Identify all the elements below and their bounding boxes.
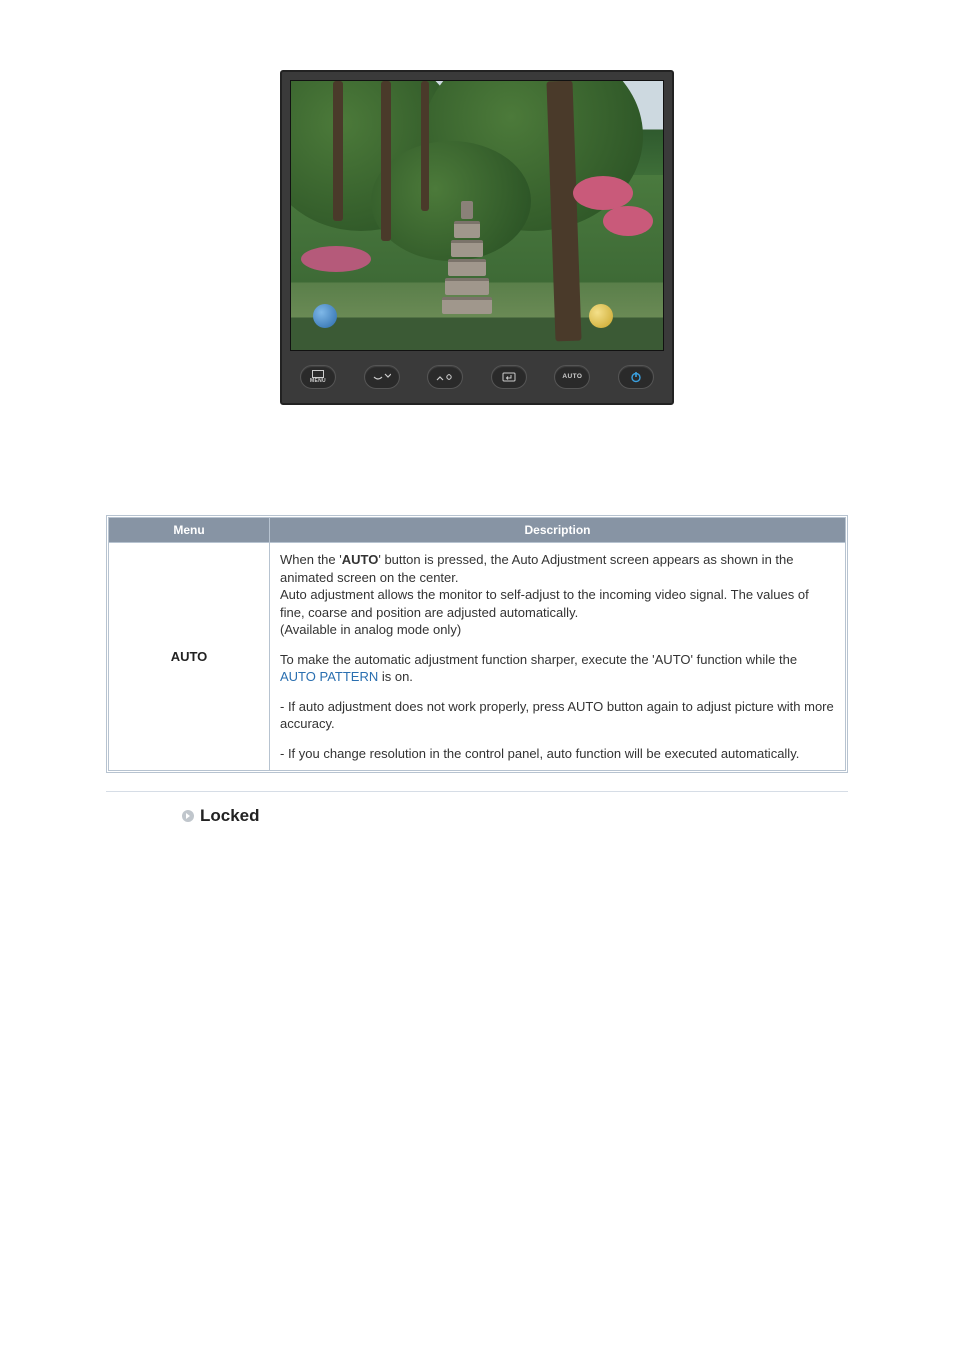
blossom <box>603 206 653 236</box>
auto-button-label: AUTO <box>562 374 582 381</box>
monitor-controls: MENU <box>290 351 664 395</box>
down-button[interactable] <box>364 365 400 389</box>
lantern <box>313 304 337 328</box>
section-divider <box>106 791 848 792</box>
bullet-arrow-icon <box>182 810 194 822</box>
locked-heading-row: Locked <box>106 806 848 826</box>
table-header-row: Menu Description <box>109 518 846 543</box>
blossom <box>573 176 633 210</box>
tree-trunk <box>333 81 343 221</box>
description-cell: When the 'AUTO' button is pressed, the A… <box>270 543 846 771</box>
blossom <box>301 246 371 272</box>
tree-trunk <box>421 81 429 211</box>
tree-trunk <box>381 81 391 241</box>
menu-icon <box>312 370 324 378</box>
menu-button-label: MENU <box>310 379 326 384</box>
col-header-description: Description <box>270 518 846 543</box>
power-icon <box>630 371 642 383</box>
pagoda <box>441 201 493 316</box>
power-button[interactable] <box>618 365 654 389</box>
desc-paragraph: - If you change resolution in the contro… <box>280 745 835 763</box>
down-arrow-icon <box>373 372 391 382</box>
enter-icon <box>502 372 516 382</box>
enter-button[interactable] <box>491 365 527 389</box>
up-arrow-icon <box>436 372 454 382</box>
lantern <box>589 304 613 328</box>
auto-button[interactable]: AUTO <box>554 365 590 389</box>
menu-name-cell: AUTO <box>109 543 270 771</box>
menu-button[interactable]: MENU <box>300 365 336 389</box>
auto-pattern-link[interactable]: AUTO PATTERN <box>280 669 378 684</box>
desc-paragraph: - If auto adjustment does not work prope… <box>280 698 835 733</box>
desc-paragraph: To make the automatic adjustment functio… <box>280 651 835 686</box>
up-button[interactable] <box>427 365 463 389</box>
monitor-screen <box>290 80 664 351</box>
table-row: AUTO When the 'AUTO' button is pressed, … <box>109 543 846 771</box>
monitor-illustration: MENU <box>280 70 674 405</box>
locked-heading: Locked <box>200 806 260 826</box>
desc-paragraph: When the 'AUTO' button is pressed, the A… <box>280 551 835 639</box>
description-table: Menu Description AUTO When the 'AUTO' bu… <box>108 517 846 771</box>
description-table-wrap: Menu Description AUTO When the 'AUTO' bu… <box>106 515 848 773</box>
col-header-menu: Menu <box>109 518 270 543</box>
